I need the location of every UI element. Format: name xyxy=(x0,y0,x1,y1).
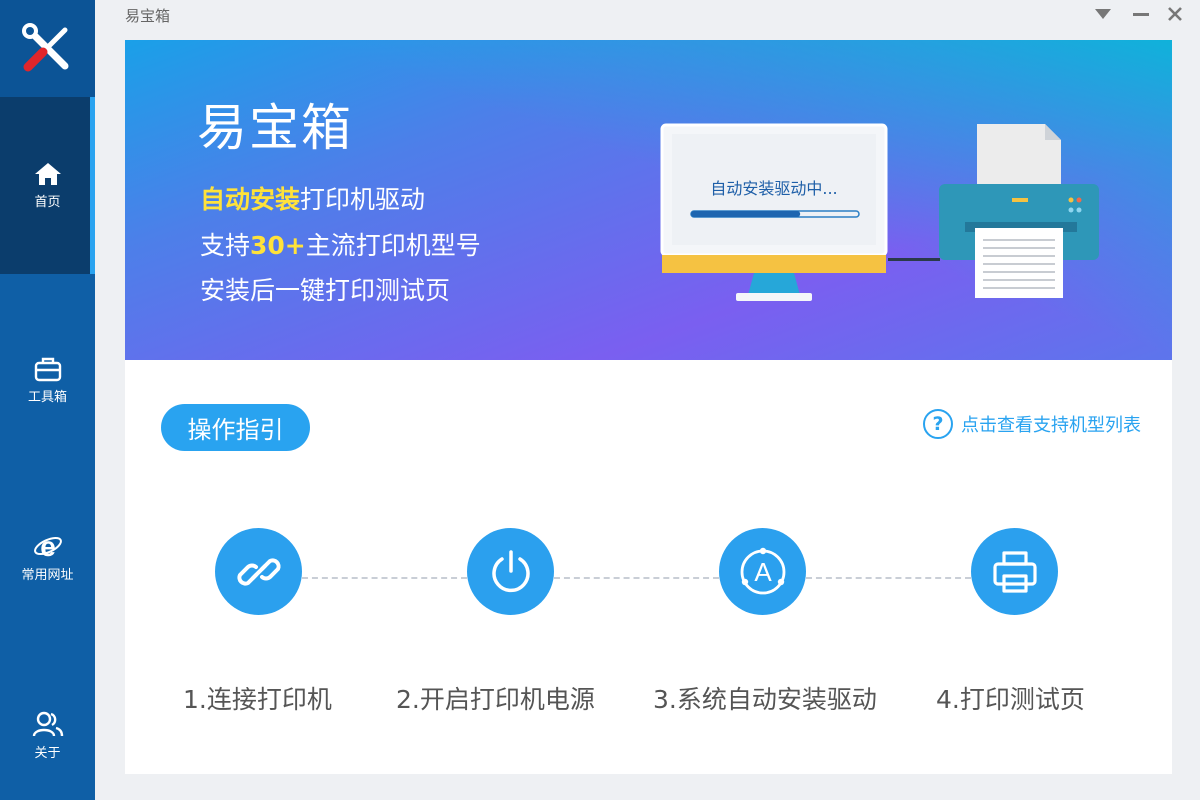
title-bar: 易宝箱 xyxy=(95,0,1200,30)
step-power-icon-circle xyxy=(467,528,554,615)
link-icon xyxy=(236,557,281,586)
sidebar-item-websites[interactable]: e 常用网址 xyxy=(0,512,95,602)
sidebar: 首页 工具箱 e 常用网址 关于 xyxy=(0,0,95,800)
svg-text:e: e xyxy=(40,532,56,560)
minimize-button[interactable] xyxy=(1128,3,1154,25)
question-icon: ? xyxy=(923,409,953,439)
step-install-icon-circle: A xyxy=(719,528,806,615)
guide-pill[interactable]: 操作指引 xyxy=(161,404,310,451)
close-icon xyxy=(1168,7,1182,21)
printer-illustration xyxy=(937,122,1102,300)
sidebar-item-label: 关于 xyxy=(34,745,61,761)
sidebar-item-label: 常用网址 xyxy=(21,567,74,583)
feature-text: 主流打印机型号 xyxy=(305,231,481,260)
banner-feature-3: 安装后一键打印测试页 xyxy=(200,276,451,305)
monitor-status-text: 自动安装驱动中... xyxy=(710,179,838,198)
power-icon xyxy=(491,549,530,592)
sidebar-item-label: 工具箱 xyxy=(27,389,67,405)
tools-logo-icon xyxy=(21,22,68,71)
sidebar-item-home[interactable]: 首页 xyxy=(0,97,95,274)
banner-title: 易宝箱 xyxy=(197,99,353,157)
supported-models-link[interactable]: ? 点击查看支持机型列表 xyxy=(923,409,1141,439)
step-connector xyxy=(554,577,719,579)
step-print-icon-circle xyxy=(971,528,1058,615)
sidebar-item-about[interactable]: 关于 xyxy=(0,690,95,780)
toolbox-icon xyxy=(34,357,61,381)
svg-text:A: A xyxy=(754,557,772,587)
window-title: 易宝箱 xyxy=(125,7,171,25)
feature-highlight: 30+ xyxy=(250,231,306,260)
triangle-down-icon xyxy=(1095,9,1111,19)
hero-banner: 易宝箱 自动安装打印机驱动 支持30+主流打印机型号 安装后一键打印测试页 自动… xyxy=(125,40,1172,360)
feature-text: 支持 xyxy=(200,231,251,260)
monitor-illustration: 自动安装驱动中... xyxy=(660,123,888,301)
cable-line xyxy=(888,258,940,261)
main-panel: 易宝箱 自动安装打印机驱动 支持30+主流打印机型号 安装后一键打印测试页 自动… xyxy=(125,40,1172,774)
supported-models-link-text: 点击查看支持机型列表 xyxy=(961,415,1141,436)
menu-dropdown-button[interactable] xyxy=(1090,3,1116,25)
step-connect-icon-circle xyxy=(215,528,302,615)
step-label-1: 1.连接打印机 xyxy=(183,685,332,714)
banner-feature-2: 支持30+主流打印机型号 xyxy=(200,226,481,262)
sidebar-item-toolbox[interactable]: 工具箱 xyxy=(0,335,95,425)
ie-browser-icon: e xyxy=(33,532,62,560)
step-label-4: 4.打印测试页 xyxy=(936,685,1085,714)
step-connector xyxy=(302,577,467,579)
printer-icon xyxy=(992,550,1037,593)
step-label-2: 2.开启打印机电源 xyxy=(396,685,595,714)
close-button[interactable] xyxy=(1162,3,1188,25)
feature-highlight: 自动安装 xyxy=(200,185,301,214)
step-connector xyxy=(806,577,971,579)
step-label-3: 3.系统自动安装驱动 xyxy=(653,685,877,714)
banner-feature-1: 自动安装打印机驱动 xyxy=(200,180,425,216)
app-logo xyxy=(0,0,95,97)
auto-install-icon: A xyxy=(740,547,785,594)
sidebar-item-label: 首页 xyxy=(34,195,61,210)
minimize-icon xyxy=(1133,13,1149,16)
users-icon xyxy=(32,711,63,736)
feature-text: 打印机驱动 xyxy=(300,185,426,214)
home-icon xyxy=(34,163,61,185)
